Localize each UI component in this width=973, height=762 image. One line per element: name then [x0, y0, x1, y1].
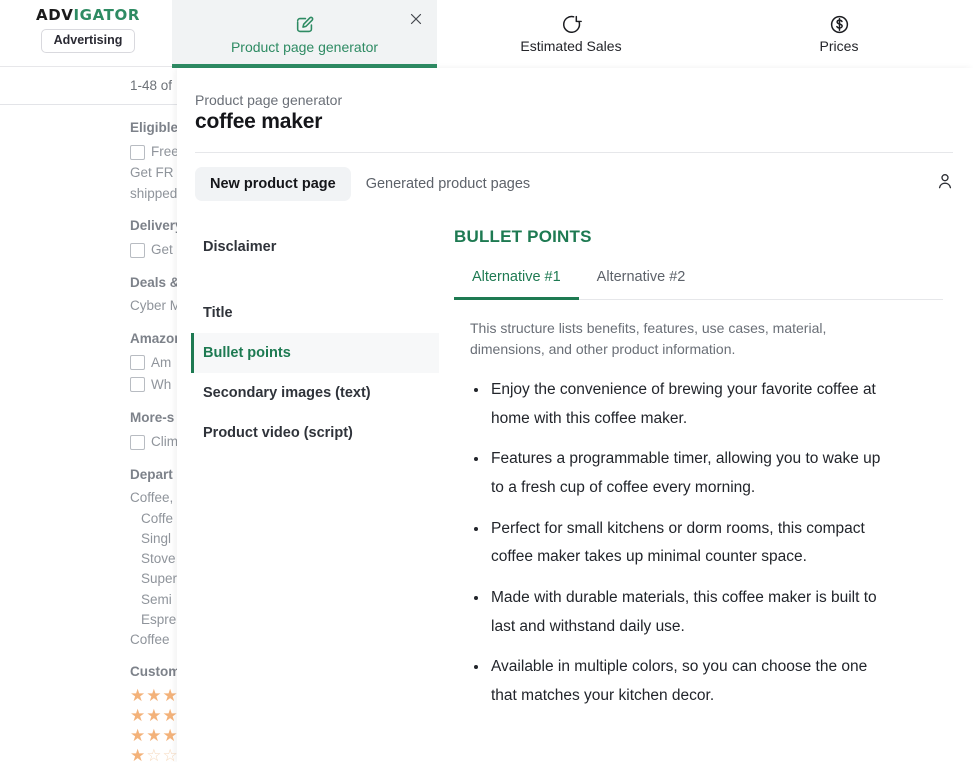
filter-heading-eligible: Eligible [130, 120, 177, 135]
dollar-circle-icon [829, 14, 850, 35]
tab-new-product-page[interactable]: New product page [195, 167, 351, 201]
checkbox-icon[interactable] [130, 434, 145, 450]
filter-heading-department: Depart [130, 467, 173, 482]
department-item[interactable]: Espre [0, 610, 177, 630]
rating-filter-row[interactable]: ★★★ [0, 686, 177, 706]
rating-filter-row[interactable]: ★★★ [0, 726, 177, 746]
panel-kicker: Product page generator [195, 92, 343, 108]
filter-heading-delivery: Delivery [130, 217, 177, 233]
filter-note-line2: shipped [130, 185, 177, 201]
tab-label: Product page generator [230, 38, 379, 55]
filter-label: Free [151, 144, 177, 160]
tab-generated-product-pages[interactable]: Generated product pages [351, 167, 545, 201]
department-item[interactable]: Super [0, 569, 177, 589]
tab-label: Estimated Sales [520, 38, 622, 54]
tab-label: Prices [819, 38, 859, 54]
bullet-points-list: Enjoy the convenience of brewing your fa… [454, 376, 943, 711]
filter-link-cyber[interactable]: Cyber M [0, 296, 177, 316]
content-heading: BULLET POINTS [454, 227, 592, 246]
extension-tabstrip: Product page generator Estimated Sales P… [172, 0, 973, 68]
user-icon[interactable] [935, 171, 955, 191]
sidebar-item-disclaimer[interactable]: Disclaimer [203, 227, 454, 267]
advertising-badge[interactable]: Advertising [40, 29, 136, 53]
pencil-square-icon [294, 14, 316, 36]
tab-product-page-generator[interactable]: Product page generator [172, 0, 437, 68]
rating-filter-row[interactable]: ★☆☆ [0, 746, 177, 762]
department-item[interactable]: Singl [0, 529, 177, 549]
advigator-logo: ADVIGATOR [36, 6, 140, 24]
department-item[interactable]: Coffee [0, 630, 177, 650]
filter-label: Clim [151, 433, 177, 449]
list-item: Made with durable materials, this coffee… [470, 584, 895, 641]
panel-segment-tabs: New product page Generated product pages [177, 153, 973, 201]
filter-label: Get [151, 241, 173, 257]
sidebar-item-title[interactable]: Title [203, 293, 454, 333]
department-item[interactable]: Semi [0, 590, 177, 610]
filter-heading-deals: Deals & [130, 275, 177, 290]
filter-heading-more-sustainable: More-s [130, 409, 175, 425]
rating-filter-row[interactable]: ★★★ [0, 706, 177, 726]
list-item: Features a programmable timer, allowing … [470, 445, 895, 502]
department-item[interactable]: Coffee, [0, 488, 177, 508]
logo-part-igator: IGATOR [73, 6, 140, 24]
filter-checkbox-get[interactable]: Get [0, 239, 177, 261]
checkbox-icon[interactable] [130, 377, 145, 393]
tab-estimated-sales[interactable]: Estimated Sales [437, 0, 705, 68]
filter-checkbox-free[interactable]: Free [0, 141, 177, 163]
panel-header: Product page generator coffee maker [177, 68, 973, 134]
filter-checkbox-whole[interactable]: Wh [0, 374, 177, 396]
structure-note: This structure lists benefits, features,… [470, 320, 827, 357]
list-item: Perfect for small kitchens or dorm rooms… [470, 515, 895, 572]
app-root: ADVIGATOR Advertising 1-48 of Eligible F… [0, 0, 973, 762]
page-title: coffee maker [195, 110, 323, 133]
extension-panel: Product page generator coffee maker New … [177, 68, 973, 762]
sidebar-item-secondary-images[interactable]: Secondary images (text) [203, 373, 454, 413]
filter-label: Am [151, 354, 172, 370]
panel-body: Disclaimer Title Bullet points Secondary… [177, 201, 973, 723]
close-icon[interactable] [407, 10, 425, 28]
list-item: Enjoy the convenience of brewing your fa… [470, 376, 895, 433]
list-item: Available in multiple colors, so you can… [470, 653, 895, 710]
department-item[interactable]: Stove [0, 549, 177, 569]
panel-side-nav: Disclaimer Title Bullet points Secondary… [177, 227, 454, 723]
filter-checkbox-amazon[interactable]: Am [0, 352, 177, 374]
sidebar-item-bullet-points[interactable]: Bullet points [191, 333, 439, 373]
panel-content: BULLET POINTS Alternative #1 Alternative… [454, 227, 973, 723]
filter-label: Wh [151, 376, 172, 392]
logo-part-adv: ADV [36, 6, 74, 24]
filter-heading-amazon: Amazon [130, 330, 177, 346]
filter-note-line1: Get FR [130, 165, 174, 181]
tab-prices[interactable]: Prices [705, 0, 973, 68]
checkbox-icon[interactable] [130, 355, 145, 371]
tab-alternative-1[interactable]: Alternative #1 [454, 263, 579, 300]
alternative-tabs: Alternative #1 Alternative #2 [454, 263, 943, 300]
filter-checkbox-climate[interactable]: Clim [0, 431, 177, 453]
sidebar-item-product-video[interactable]: Product video (script) [203, 413, 454, 453]
background-filter-sidebar: Eligible Free Get FR shipped Delivery Ge… [0, 118, 177, 762]
result-count-label: 1-48 of [129, 78, 172, 93]
tab-alternative-2[interactable]: Alternative #2 [579, 263, 704, 300]
brand-area: ADVIGATOR Advertising [0, 6, 176, 53]
pie-chart-icon [561, 14, 582, 35]
checkbox-icon[interactable] [130, 144, 145, 160]
filter-heading-customer-reviews: Custom [130, 664, 177, 680]
checkbox-icon[interactable] [130, 242, 145, 258]
department-item[interactable]: Coffe [0, 509, 177, 529]
